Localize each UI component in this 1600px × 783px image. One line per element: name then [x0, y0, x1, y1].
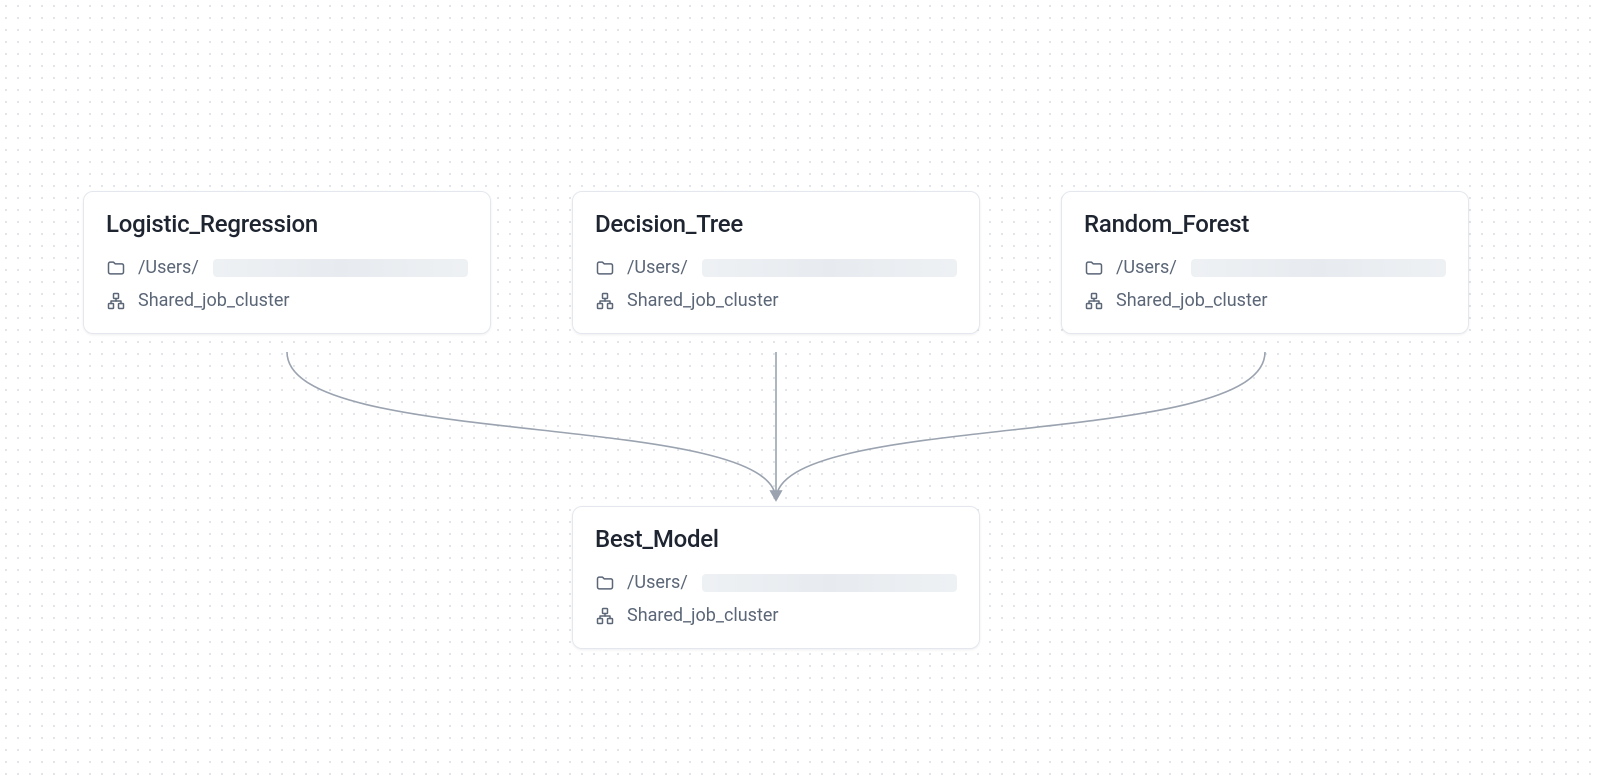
- cluster-icon: [106, 291, 126, 311]
- redacted-path-segment: [1191, 259, 1446, 277]
- redacted-path-segment: [702, 259, 957, 277]
- task-path-prefix: /Users/: [627, 571, 688, 594]
- task-title: Best_Model: [595, 525, 957, 553]
- task-node-best-model[interactable]: Best_Model /Users/ Shared_job_cluster: [572, 506, 980, 649]
- cluster-icon: [1084, 291, 1104, 311]
- workflow-dag-canvas[interactable]: Logistic_Regression /Users/ Shared_job_c…: [0, 0, 1600, 783]
- task-cluster-name: Shared_job_cluster: [627, 604, 779, 627]
- task-cluster-row: Shared_job_cluster: [595, 604, 957, 627]
- redacted-path-segment: [213, 259, 468, 277]
- task-path-row: /Users/: [106, 256, 468, 279]
- edge-layer: [0, 0, 1600, 783]
- task-title: Decision_Tree: [595, 210, 957, 238]
- task-path-prefix: /Users/: [627, 256, 688, 279]
- edge-rf-to-bm: [776, 352, 1265, 500]
- task-path-prefix: /Users/: [138, 256, 199, 279]
- task-path-row: /Users/: [1084, 256, 1446, 279]
- folder-icon: [595, 573, 615, 593]
- folder-icon: [1084, 258, 1104, 278]
- task-node-random-forest[interactable]: Random_Forest /Users/ Shared_job_cluster: [1061, 191, 1469, 334]
- task-cluster-row: Shared_job_cluster: [595, 289, 957, 312]
- task-title: Random_Forest: [1084, 210, 1446, 238]
- task-path-prefix: /Users/: [1116, 256, 1177, 279]
- task-cluster-name: Shared_job_cluster: [138, 289, 290, 312]
- folder-icon: [106, 258, 126, 278]
- task-cluster-name: Shared_job_cluster: [1116, 289, 1268, 312]
- redacted-path-segment: [702, 574, 957, 592]
- folder-icon: [595, 258, 615, 278]
- task-cluster-row: Shared_job_cluster: [106, 289, 468, 312]
- edge-lr-to-bm: [287, 352, 776, 500]
- task-path-row: /Users/: [595, 256, 957, 279]
- cluster-icon: [595, 291, 615, 311]
- task-node-decision-tree[interactable]: Decision_Tree /Users/ Shared_job_cluster: [572, 191, 980, 334]
- task-title: Logistic_Regression: [106, 210, 468, 238]
- task-node-logistic-regression[interactable]: Logistic_Regression /Users/ Shared_job_c…: [83, 191, 491, 334]
- task-cluster-name: Shared_job_cluster: [627, 289, 779, 312]
- task-path-row: /Users/: [595, 571, 957, 594]
- task-cluster-row: Shared_job_cluster: [1084, 289, 1446, 312]
- cluster-icon: [595, 606, 615, 626]
